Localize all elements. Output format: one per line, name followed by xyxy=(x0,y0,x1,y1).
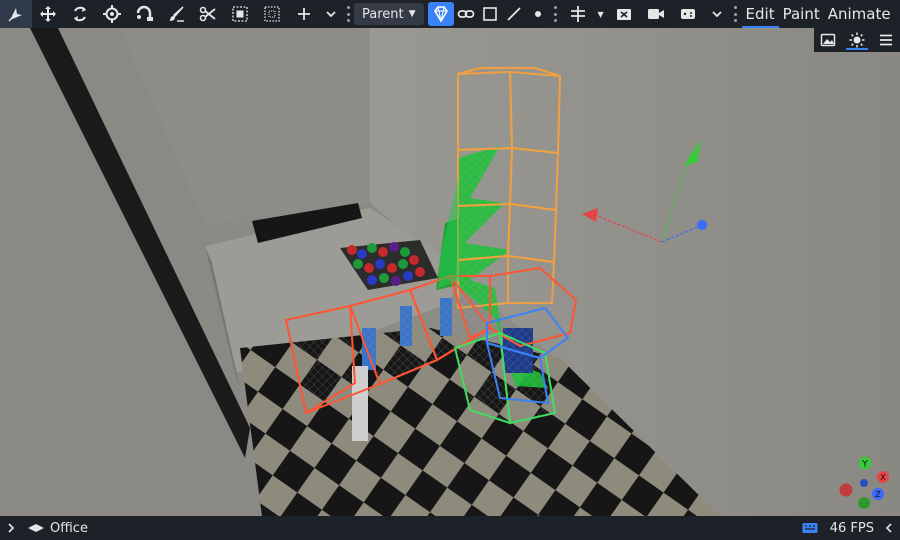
chevron-right-icon xyxy=(8,523,15,533)
brush-icon xyxy=(170,6,184,22)
toolbar-grip-icon xyxy=(733,6,739,22)
snap-icon xyxy=(570,6,585,22)
image-button[interactable] xyxy=(817,30,839,50)
toolbar-grip-icon xyxy=(345,6,351,22)
tab-paint[interactable]: Paint xyxy=(779,0,824,28)
caret-down-icon: ▼ xyxy=(408,9,416,19)
toolbar-grip-icon xyxy=(553,6,559,22)
collapse-button[interactable] xyxy=(882,523,896,533)
scene-name: Office xyxy=(50,520,88,536)
select-tool-button[interactable] xyxy=(0,0,32,28)
scale-tool-button[interactable] xyxy=(96,0,128,28)
clapper-icon xyxy=(616,9,631,20)
hamburger-menu-icon xyxy=(879,34,892,46)
snap-dropdown-button[interactable]: ▼ xyxy=(594,0,608,28)
parent-dropdown[interactable]: Parent ▼ xyxy=(354,3,424,25)
video-camera-icon xyxy=(647,9,664,19)
select-arrow-icon xyxy=(8,8,22,22)
status-bar: Office 46 FPS xyxy=(0,516,900,540)
pivot-icon xyxy=(136,5,153,21)
sun-icon xyxy=(849,32,865,48)
viewport-tools xyxy=(814,28,900,52)
pivot-tool-button[interactable] xyxy=(128,0,160,28)
group-tool-button[interactable] xyxy=(224,0,256,28)
bounds-icon xyxy=(264,6,280,22)
scene-render xyxy=(0,28,900,516)
axis-z-label: Z xyxy=(875,490,881,499)
top-toolbar: Parent ▼ ▼ Edit Paint Animate xyxy=(0,0,900,28)
parent-dropdown-label: Parent xyxy=(362,6,404,22)
link-icon xyxy=(457,10,474,18)
viewport-3d[interactable] xyxy=(0,28,900,516)
scissors-icon xyxy=(199,6,216,22)
orientation-gizmo[interactable]: Y X Z xyxy=(836,455,894,513)
square-icon xyxy=(482,7,497,21)
caret-down-icon: ▼ xyxy=(597,9,604,19)
cut-tool-button[interactable] xyxy=(192,0,224,28)
dot-icon xyxy=(534,11,541,17)
add-dropdown-button[interactable] xyxy=(320,0,342,28)
line-icon xyxy=(506,7,521,21)
tab-edit[interactable]: Edit xyxy=(742,0,779,28)
keyboard-icon xyxy=(802,523,818,533)
gamepad-icon xyxy=(680,9,695,19)
point-button[interactable] xyxy=(526,0,550,28)
rotate-icon xyxy=(74,6,86,22)
axis-y-label: Y xyxy=(861,460,868,470)
group-icon xyxy=(232,6,248,22)
scale-icon xyxy=(103,5,121,23)
camera-button[interactable] xyxy=(640,0,672,28)
gem-icon xyxy=(433,6,448,23)
image-icon xyxy=(821,33,836,47)
axis-x-label: X xyxy=(880,473,886,482)
scene-icon xyxy=(22,523,50,533)
camera-effects-button[interactable] xyxy=(608,0,640,28)
lighting-button[interactable] xyxy=(846,30,868,50)
material-button[interactable] xyxy=(427,2,454,26)
line-button[interactable] xyxy=(502,0,526,28)
tab-animate[interactable]: Animate xyxy=(824,0,895,28)
menu-button[interactable] xyxy=(875,30,897,50)
link-button[interactable] xyxy=(454,0,478,28)
chevron-down-icon xyxy=(326,11,336,18)
rotate-tool-button[interactable] xyxy=(64,0,96,28)
more-dropdown-button[interactable] xyxy=(704,0,730,28)
move-icon xyxy=(40,6,56,22)
add-tool-button[interactable] xyxy=(288,0,320,28)
fps-counter: 46 FPS xyxy=(829,520,874,536)
bounds-tool-button[interactable] xyxy=(256,0,288,28)
move-tool-button[interactable] xyxy=(32,0,64,28)
expand-button[interactable] xyxy=(0,523,22,533)
chevron-left-icon xyxy=(885,523,892,533)
keyboard-button[interactable] xyxy=(796,522,824,534)
box-button[interactable] xyxy=(478,0,502,28)
gamepad-button[interactable] xyxy=(672,0,704,28)
plus-icon xyxy=(298,8,310,20)
snap-button[interactable] xyxy=(562,0,594,28)
chevron-down-icon xyxy=(711,11,722,18)
paint-tool-button[interactable] xyxy=(160,0,192,28)
